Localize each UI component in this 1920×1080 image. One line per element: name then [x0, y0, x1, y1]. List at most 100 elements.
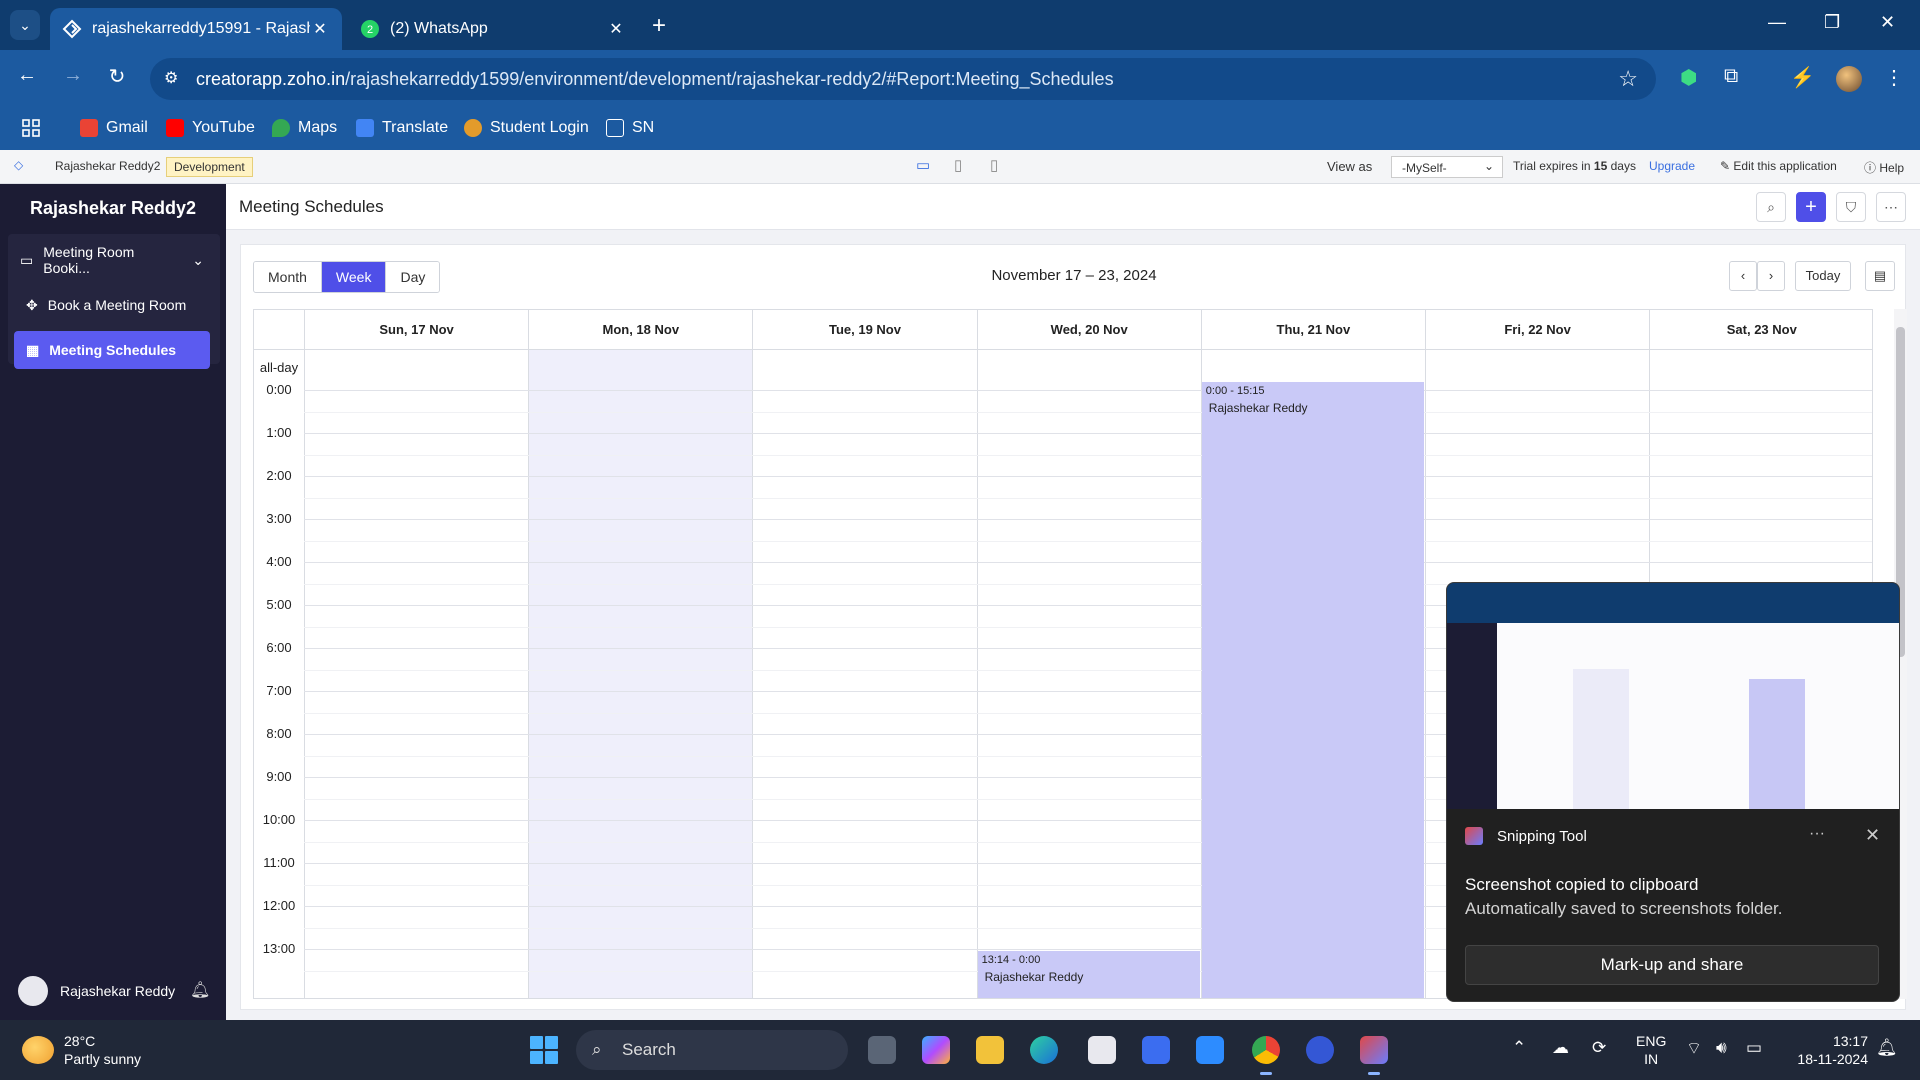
tab-title: (2) WhatsApp	[390, 20, 488, 37]
translate-icon	[356, 119, 374, 137]
bookmark-star-icon[interactable]: ☆	[1618, 58, 1638, 100]
sidebar-item-book-meeting-room[interactable]: ✥ Book a Meeting Room	[14, 286, 210, 324]
day-header[interactable]: Sat, 23 Nov	[1649, 310, 1872, 350]
bookmark-youtube[interactable]: YouTube	[166, 119, 255, 137]
minimize-icon[interactable]: —	[1768, 12, 1786, 33]
bookmark-gmail[interactable]: Gmail	[80, 119, 148, 137]
tab-close-icon[interactable]: ✕	[606, 19, 626, 39]
performance-icon[interactable]: ⚡	[1790, 65, 1815, 90]
report-header: Meeting Schedules ⌕ + ⛉ ⋯	[226, 184, 1920, 230]
system-clock[interactable]: 13:17 18-11-2024	[1788, 1032, 1868, 1068]
prev-week-button[interactable]: ‹	[1729, 261, 1757, 291]
search-icon[interactable]: ⌕	[1756, 192, 1786, 222]
back-icon[interactable]: ←	[12, 64, 42, 87]
day-header[interactable]: Fri, 22 Nov	[1425, 310, 1650, 350]
bell-icon[interactable]: 🔔︎	[190, 980, 210, 1000]
tab-zoho[interactable]: rajashekarreddy15991 - Rajash ✕	[50, 8, 342, 50]
hour-line	[304, 562, 1872, 563]
calendar-picker-icon[interactable]: ▤	[1865, 261, 1895, 291]
help-link[interactable]: ⓘ Help	[1864, 159, 1904, 176]
add-record-button[interactable]: +	[1796, 192, 1826, 222]
extensions-puzzle-icon[interactable]: ⧉	[1724, 65, 1738, 88]
zoho-creator-logo-icon[interactable]: ◇	[14, 158, 23, 172]
app-icon[interactable]	[1306, 1036, 1334, 1064]
calendar-event[interactable]: 13:14 - 0:00 Rajashekar Reddy	[977, 950, 1200, 998]
sidebar-item-meeting-schedules[interactable]: ▦ Meeting Schedules	[14, 331, 210, 369]
user-profile[interactable]: Rajashekar Reddy	[18, 976, 175, 1006]
time-label: 11:00	[263, 855, 295, 870]
today-button[interactable]: Today	[1795, 261, 1851, 291]
plus-form-icon: ✥	[26, 296, 38, 313]
time-label: 10:00	[262, 812, 296, 827]
day-header[interactable]: Sun, 17 Nov	[304, 310, 529, 350]
forward-icon[interactable]: →	[58, 64, 88, 87]
thumbnail-event	[1749, 679, 1805, 809]
desktop-view-icon[interactable]: ▭	[916, 156, 930, 174]
language-indicator[interactable]: ENG IN	[1636, 1032, 1666, 1068]
view-as-label: View as	[1327, 159, 1373, 174]
show-hidden-icons-icon[interactable]: ⌃	[1512, 1038, 1526, 1058]
profile-avatar[interactable]	[1836, 66, 1862, 92]
windows-start-icon[interactable]	[530, 1036, 558, 1064]
mobile-view-icon[interactable]: ▯	[990, 156, 998, 174]
edit-application-link[interactable]: ✎ Edit this application	[1720, 159, 1837, 173]
time-label: 7:00	[266, 683, 292, 698]
edge-icon[interactable]	[1030, 1036, 1058, 1064]
file-explorer-icon[interactable]	[976, 1036, 1004, 1064]
tab-search-button[interactable]: ⌄	[10, 10, 40, 40]
bookmark-student-login[interactable]: Student Login	[464, 119, 589, 137]
task-view-icon[interactable]	[868, 1036, 896, 1064]
day-header[interactable]: Mon, 18 Nov	[528, 310, 753, 350]
day-header[interactable]: Wed, 20 Nov	[976, 310, 1201, 350]
copilot-icon[interactable]	[922, 1036, 950, 1064]
environment-badge: Development	[166, 157, 253, 177]
more-options-icon[interactable]: ···	[1809, 825, 1825, 843]
screenshot-thumbnail[interactable]	[1447, 583, 1899, 809]
microsoft-store-icon[interactable]	[1088, 1036, 1116, 1064]
sync-icon[interactable]: ⟳	[1592, 1038, 1606, 1058]
sidebar-section-header[interactable]: ▭ Meeting Room Booki... ⌄	[8, 241, 204, 279]
notification-bell-icon[interactable]: 🔔︎	[1876, 1038, 1898, 1058]
upgrade-link[interactable]: Upgrade	[1649, 159, 1695, 173]
reload-icon[interactable]: ↻	[102, 64, 132, 89]
student-login-icon	[464, 119, 482, 137]
battery-icon[interactable]: ▭	[1746, 1038, 1762, 1058]
day-header[interactable]: Tue, 19 Nov	[752, 310, 977, 350]
restore-icon[interactable]: ❐	[1824, 12, 1840, 33]
taskbar-search[interactable]: ⌕ Search	[576, 1030, 848, 1070]
tab-close-icon[interactable]: ✕	[310, 19, 330, 39]
window-close-icon[interactable]: ✕	[1880, 12, 1895, 33]
bookmark-translate[interactable]: Translate	[356, 119, 448, 137]
day-header[interactable]: Thu, 21 Nov	[1200, 310, 1425, 350]
bookmark-maps[interactable]: Maps	[272, 119, 337, 137]
markup-share-button[interactable]: Mark-up and share	[1465, 945, 1879, 985]
address-bar[interactable]: ⚙ creatorapp.zoho.in/rajashekarreddy1599…	[150, 58, 1656, 100]
next-week-button[interactable]: ›	[1757, 261, 1785, 291]
apps-grid-icon[interactable]	[22, 119, 40, 137]
allday-label: all-day	[259, 360, 299, 375]
wifi-icon[interactable]: ⌔	[1686, 1038, 1702, 1059]
network-off-icon[interactable]: ☁	[1552, 1038, 1569, 1058]
snipping-tool-taskbar-icon[interactable]	[1360, 1036, 1388, 1075]
grid-column-line	[976, 350, 978, 998]
menu-dots-icon[interactable]: ⋮	[1884, 65, 1904, 90]
weather-widget[interactable]: 28°C Partly sunny	[22, 1032, 141, 1068]
chrome-icon[interactable]	[1252, 1036, 1280, 1075]
bookmark-sn[interactable]: SN	[606, 119, 654, 137]
new-tab-button[interactable]: +	[652, 12, 666, 40]
site-info-icon[interactable]: ⚙	[164, 58, 178, 100]
view-as-select[interactable]: -MySelf- ⌄	[1391, 156, 1503, 178]
zoom-icon[interactable]	[1196, 1036, 1224, 1064]
close-icon[interactable]: ✕	[1865, 825, 1880, 846]
widgets-app-icon[interactable]	[1142, 1036, 1170, 1064]
folder-icon	[606, 119, 624, 137]
filter-icon[interactable]: ⛉	[1836, 192, 1866, 222]
tab-whatsapp[interactable]: 2 (2) WhatsApp ✕	[348, 8, 638, 50]
extension-icon[interactable]: ⬢	[1680, 65, 1697, 90]
hour-line	[304, 433, 1872, 434]
more-options-icon[interactable]: ⋯	[1876, 192, 1906, 222]
tablet-view-icon[interactable]: ▯	[954, 156, 962, 174]
volume-icon[interactable]: 🔊︎	[1716, 1038, 1727, 1058]
browser-toolbar: ← → ↻ ⚙ creatorapp.zoho.in/rajashekarred…	[0, 50, 1920, 108]
calendar-event[interactable]: 0:00 - 15:15 Rajashekar Reddy	[1201, 382, 1424, 998]
